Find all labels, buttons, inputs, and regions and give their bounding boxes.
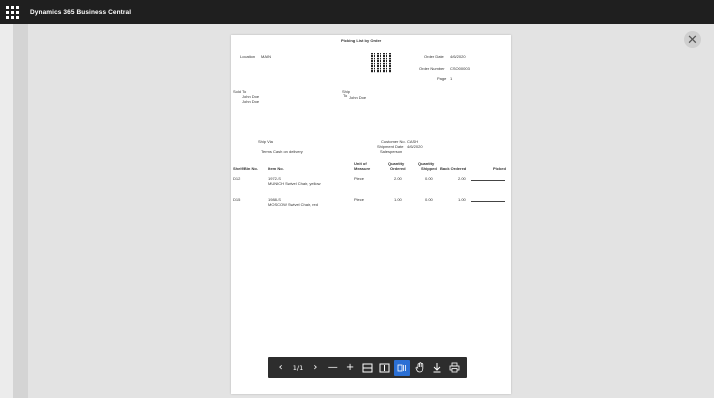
- view-mode-icon[interactable]: [394, 359, 411, 376]
- col-shelf: Shelf/Bin No.: [233, 166, 258, 171]
- col-item: Item No.: [268, 166, 284, 171]
- hand-icon[interactable]: [412, 360, 428, 376]
- page-label: Page: [437, 76, 447, 81]
- shipment-date-value: 4/6/2020: [407, 144, 423, 149]
- order-date-value: 4/6/2020: [450, 54, 466, 59]
- app-launcher-icon[interactable]: [5, 5, 19, 19]
- row2-description: MOSCOW Swivel Chair, red: [268, 202, 319, 207]
- left-margin: [0, 24, 13, 398]
- row1-description: MUNICH Swivel Chair, yellow: [268, 181, 321, 186]
- app-title[interactable]: Dynamics 365 Business Central: [30, 9, 131, 16]
- col-picked: Picked: [493, 166, 506, 171]
- row2-back: 1.00: [458, 197, 466, 202]
- close-icon[interactable]: ✕: [684, 31, 701, 48]
- chevron-left-icon[interactable]: ‹: [273, 360, 289, 376]
- row1-shipped: 0.00: [425, 176, 433, 181]
- plus-icon[interactable]: +: [342, 360, 358, 376]
- ship-to-label: To: [343, 93, 348, 98]
- col-uom-2: Measure: [354, 166, 371, 171]
- col-qty-shipped-2: Shipped: [421, 166, 437, 171]
- fit-page-icon[interactable]: [377, 360, 393, 376]
- order-date-label: Order Date: [424, 54, 444, 59]
- page-value: 1: [450, 76, 453, 81]
- download-icon[interactable]: [429, 360, 445, 376]
- row1-ordered: 2.00: [394, 176, 402, 181]
- sold-to-line2: John Doe: [242, 99, 260, 104]
- left-panel-edge: [13, 24, 28, 398]
- order-number-value: CSO00003: [450, 66, 470, 71]
- chevron-right-icon[interactable]: ›: [307, 360, 323, 376]
- row1-shelf: D12: [233, 176, 241, 181]
- print-icon[interactable]: [446, 360, 462, 376]
- page-indicator: 1/1: [292, 363, 304, 372]
- report-page: Picking List by Order Location MAIN Orde…: [231, 35, 511, 394]
- terms-label: Terms: [261, 149, 272, 154]
- location-value: MAIN: [261, 54, 271, 59]
- row2-picked-line: [471, 201, 505, 202]
- ship-to-value: John Doe: [349, 95, 367, 100]
- salesperson-label: Salesperson: [380, 149, 403, 154]
- row1-back: 2.00: [458, 176, 466, 181]
- row2-uom: Piece: [354, 197, 365, 202]
- row2-shelf: D15: [233, 197, 241, 202]
- fit-width-icon[interactable]: [359, 360, 375, 376]
- pdf-toolbar: ‹ 1/1 › — +: [268, 357, 467, 378]
- location-label: Location: [240, 54, 256, 59]
- ship-via-label: Ship Via: [258, 139, 273, 144]
- row2-ordered: 1.00: [394, 197, 402, 202]
- row1-picked-line: [471, 180, 505, 181]
- minus-icon[interactable]: —: [325, 360, 341, 376]
- col-qty-ordered-2: Ordered: [390, 166, 406, 171]
- row1-uom: Piece: [354, 176, 365, 181]
- report-title: Picking List by Order: [341, 38, 382, 43]
- terms-value: Cash on delivery: [273, 149, 303, 154]
- col-back-ordered: Back Ordered: [440, 166, 467, 171]
- order-number-label: Order Number: [419, 66, 445, 71]
- row2-shipped: 0.00: [425, 197, 433, 202]
- top-bar: Dynamics 365 Business Central: [0, 0, 714, 24]
